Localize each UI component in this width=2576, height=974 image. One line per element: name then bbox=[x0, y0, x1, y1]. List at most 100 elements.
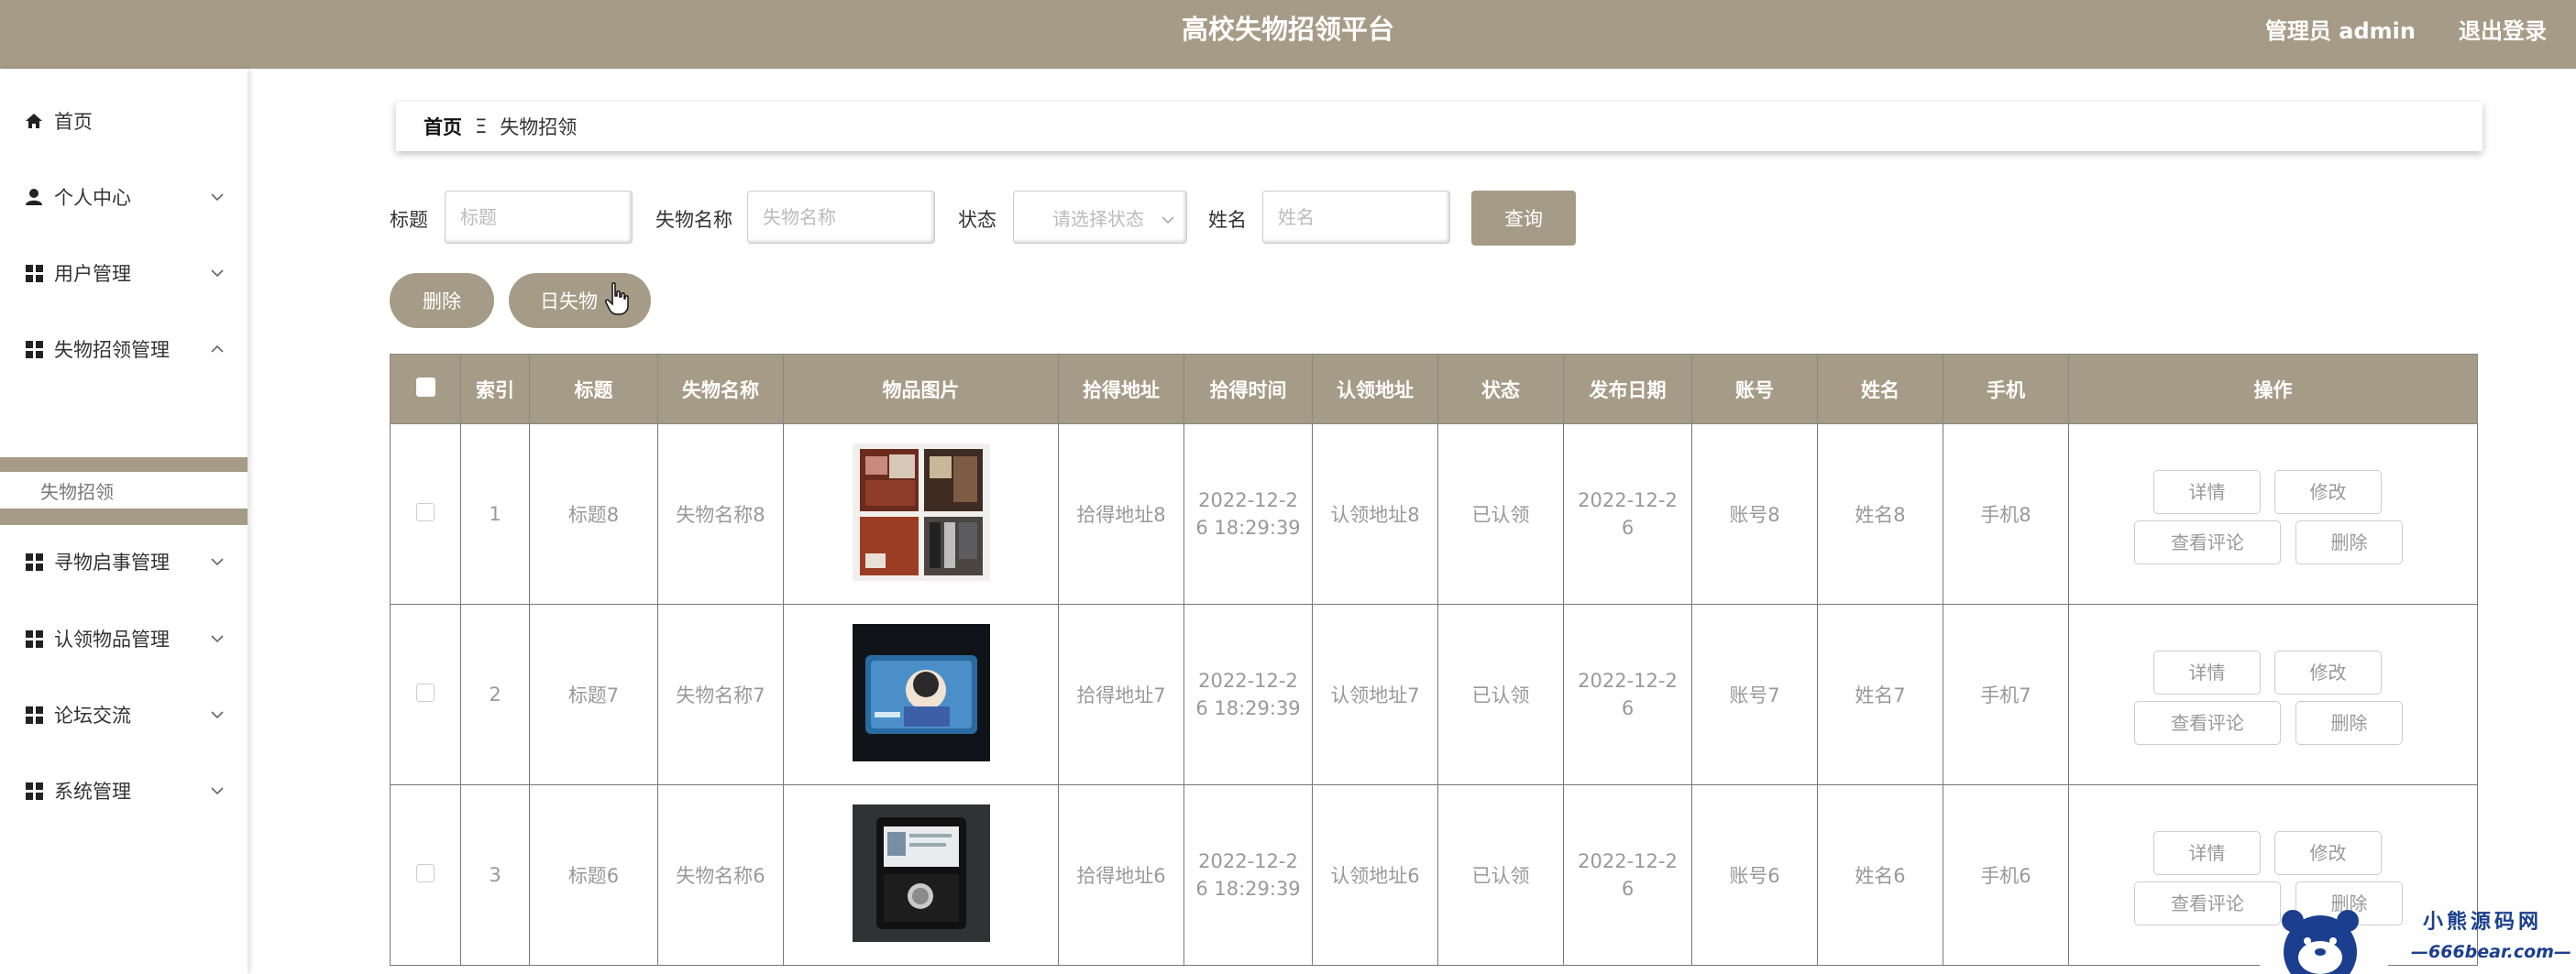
time-line: 6 18:29:39 bbox=[1195, 697, 1301, 719]
table-row: 3 标题6 失物名称6 拾得地址6 2022-12-2 6 18:29:39 认… bbox=[390, 784, 2478, 966]
item-name-field[interactable] bbox=[747, 191, 935, 244]
sidebar-item-claimed[interactable]: 认领物品管理 bbox=[0, 611, 248, 666]
cell-status: 已认领 bbox=[1437, 784, 1564, 966]
column-header: 索引 bbox=[460, 354, 530, 424]
view-comments-button[interactable]: 查看评论 bbox=[2134, 881, 2281, 925]
cell-item-name: 失物名称6 bbox=[657, 784, 784, 966]
column-header: 姓名 bbox=[1817, 354, 1943, 424]
item-name-label: 失物名称 bbox=[655, 209, 732, 231]
submenu-band bbox=[0, 457, 248, 472]
cell-title: 标题8 bbox=[529, 423, 658, 605]
sidebar-item-system[interactable]: 系统管理 bbox=[0, 763, 248, 818]
cell-phone: 手机6 bbox=[1943, 784, 2069, 966]
sidebar-item-lost-found[interactable]: 失物招领管理 bbox=[0, 322, 248, 377]
column-header: 认领地址 bbox=[1312, 354, 1438, 424]
cell-status: 已认领 bbox=[1437, 423, 1564, 605]
item-name-input[interactable] bbox=[763, 206, 934, 228]
title-field[interactable] bbox=[445, 191, 633, 244]
cell-found-address: 拾得地址6 bbox=[1058, 784, 1184, 966]
home-icon bbox=[24, 111, 44, 131]
cell-claim-address: 认领地址6 bbox=[1312, 784, 1438, 966]
logout-link[interactable]: 退出登录 bbox=[2459, 13, 2547, 45]
sidebar-item-label: 论坛交流 bbox=[54, 705, 131, 727]
row-checkbox[interactable] bbox=[416, 863, 435, 882]
data-table: 索引 标题 失物名称 物品图片 拾得地址 拾得时间 认领地址 状态 发布日期 账… bbox=[390, 354, 2478, 966]
chart-button[interactable]: 日失物 bbox=[509, 273, 651, 328]
row-checkbox[interactable] bbox=[416, 502, 435, 521]
grid-icon bbox=[24, 339, 44, 359]
sidebar-item-profile[interactable]: 个人中心 bbox=[0, 170, 248, 224]
column-header: 发布日期 bbox=[1563, 354, 1692, 424]
cell-publish-date: 2022-12-2 6 bbox=[1563, 423, 1692, 605]
cell-index: 1 bbox=[460, 423, 530, 605]
cell-claim-address: 认领地址7 bbox=[1312, 604, 1438, 785]
row-delete-button[interactable]: 删除 bbox=[2295, 701, 2403, 745]
name-input[interactable] bbox=[1278, 206, 1449, 228]
column-header: 手机 bbox=[1943, 354, 2069, 424]
detail-button[interactable]: 详情 bbox=[2153, 831, 2261, 875]
status-select[interactable]: 请选择状态 bbox=[1013, 191, 1187, 244]
select-all-checkbox[interactable] bbox=[415, 377, 435, 397]
detail-button[interactable]: 详情 bbox=[2153, 651, 2261, 695]
row-checkbox[interactable] bbox=[416, 683, 435, 702]
column-header: 拾得地址 bbox=[1058, 354, 1184, 424]
cell-status: 已认领 bbox=[1437, 604, 1564, 785]
delete-button[interactable]: 删除 bbox=[390, 273, 494, 328]
sidebar-item-label: 首页 bbox=[54, 111, 93, 133]
breadcrumb-separator: Ξ bbox=[475, 115, 488, 137]
grid-icon bbox=[24, 263, 44, 283]
sidebar-item-label: 用户管理 bbox=[54, 263, 131, 285]
submenu-band bbox=[0, 509, 248, 525]
edit-button[interactable]: 修改 bbox=[2274, 831, 2382, 875]
view-comments-button[interactable]: 查看评论 bbox=[2134, 701, 2281, 745]
select-all-header[interactable] bbox=[390, 354, 461, 424]
table-row: 1 标题8 失物名称8 拾得地址8 2022-12-2 6 18:29:39 认… bbox=[390, 423, 2478, 605]
edit-button[interactable]: 修改 bbox=[2274, 651, 2382, 695]
chevron-down-icon bbox=[1161, 208, 1175, 230]
column-header: 操作 bbox=[2068, 354, 2478, 424]
column-header: 拾得时间 bbox=[1183, 354, 1313, 424]
column-header: 状态 bbox=[1437, 354, 1564, 424]
item-photo-card-holder[interactable] bbox=[852, 804, 990, 942]
chart-button-label: 日失物 bbox=[540, 291, 598, 312]
name-field[interactable] bbox=[1262, 191, 1450, 244]
sidebar-item-users[interactable]: 用户管理 bbox=[0, 246, 248, 301]
watermark-url: —666bear.com— bbox=[2411, 942, 2571, 962]
name-label: 姓名 bbox=[1208, 209, 1247, 231]
submenu-item-label: 失物招领 bbox=[40, 480, 114, 503]
view-comments-button[interactable]: 查看评论 bbox=[2134, 520, 2281, 564]
breadcrumb-home[interactable]: 首页 bbox=[424, 113, 462, 140]
cell-title: 标题7 bbox=[529, 604, 658, 785]
sidebar-item-forum[interactable]: 论坛交流 bbox=[0, 687, 248, 742]
cell-name: 姓名8 bbox=[1817, 423, 1943, 605]
watermark-title: 小熊源码网 bbox=[2423, 911, 2543, 934]
item-photo-card[interactable] bbox=[852, 623, 990, 761]
table-row: 2 标题7 失物名称7 拾得地址7 2022-12-2 6 18:29:39 认… bbox=[390, 604, 2478, 785]
chevron-down-icon bbox=[207, 552, 227, 572]
cell-publish-date: 2022-12-2 6 bbox=[1563, 784, 1692, 966]
time-line: 6 18:29:39 bbox=[1195, 517, 1301, 539]
item-photo-wallet-cash[interactable] bbox=[852, 443, 990, 581]
submenu-item-lost-found[interactable]: 失物招领 bbox=[0, 472, 248, 509]
edit-button[interactable]: 修改 bbox=[2274, 470, 2382, 514]
sidebar-item-seek-notice[interactable]: 寻物启事管理 bbox=[0, 534, 248, 589]
row-operations: 详情 修改 查看评论 删除 bbox=[2069, 459, 2477, 569]
column-header: 失物名称 bbox=[657, 354, 784, 424]
detail-button[interactable]: 详情 bbox=[2153, 470, 2261, 514]
cell-index: 3 bbox=[460, 784, 530, 966]
title-input[interactable] bbox=[460, 206, 632, 228]
time-line: 2022-12-2 bbox=[1198, 850, 1298, 872]
status-placeholder: 请选择状态 bbox=[1052, 207, 1144, 230]
cell-item-name: 失物名称7 bbox=[657, 604, 784, 785]
sidebar: 首页 个人中心 用户管理 失物招领管理 失物招领 寻物启事管理 认领物品管理 论… bbox=[0, 69, 248, 974]
query-button[interactable]: 查询 bbox=[1471, 191, 1576, 246]
cell-found-time: 2022-12-2 6 18:29:39 bbox=[1183, 423, 1313, 605]
row-operations: 详情 修改 查看评论 删除 bbox=[2069, 640, 2477, 750]
row-delete-button[interactable]: 删除 bbox=[2295, 520, 2403, 564]
sidebar-item-label: 认领物品管理 bbox=[54, 629, 170, 651]
sidebar-item-home[interactable]: 首页 bbox=[0, 93, 248, 148]
table-header-row: 索引 标题 失物名称 物品图片 拾得地址 拾得时间 认领地址 状态 发布日期 账… bbox=[390, 354, 2478, 424]
cell-item-name: 失物名称8 bbox=[657, 423, 784, 605]
chevron-down-icon bbox=[207, 705, 227, 725]
time-line: 2022-12-2 bbox=[1198, 670, 1298, 692]
